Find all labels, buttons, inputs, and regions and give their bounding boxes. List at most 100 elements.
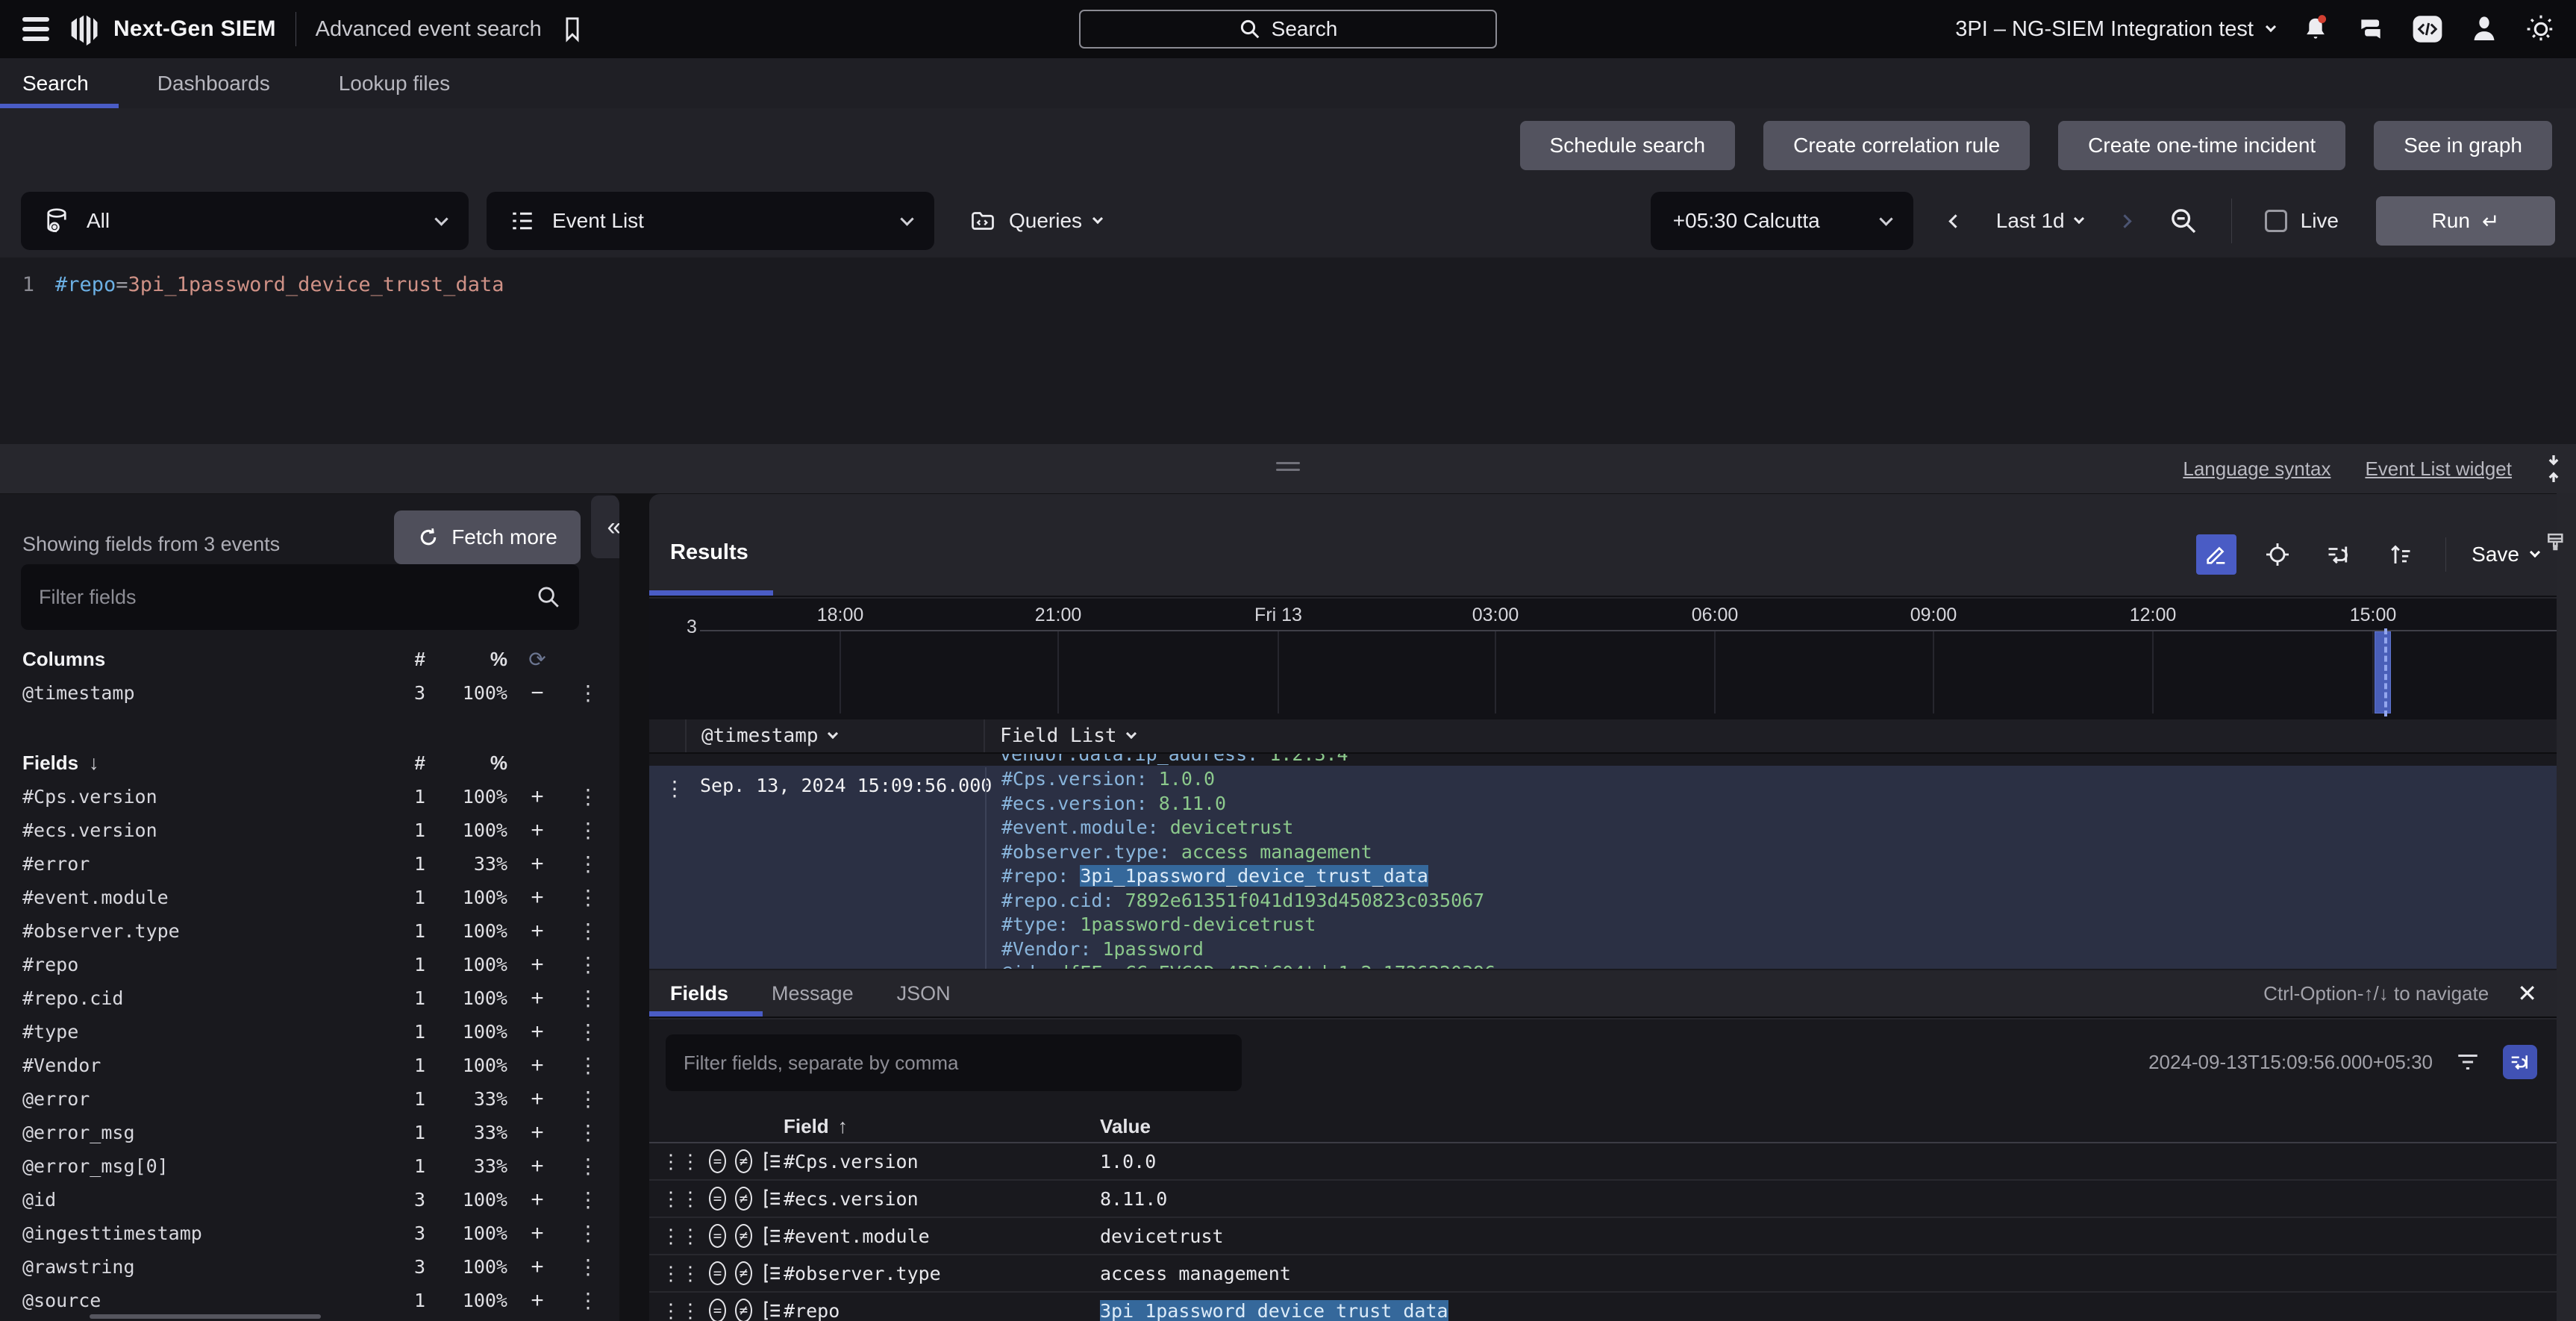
filter-not-equals-icon[interactable]: ≠ <box>735 1187 752 1211</box>
filter-equals-icon[interactable]: = <box>709 1261 726 1285</box>
theme-toggle-sun-icon[interactable] <box>2525 13 2557 45</box>
line-wrap-button[interactable] <box>2319 534 2359 575</box>
selected-event-row[interactable]: ⋮ Sep. 13, 2024 15:09:56.000 #Cps.versio… <box>649 766 2557 969</box>
row-menu-icon[interactable] <box>567 1288 609 1313</box>
sort-order-button[interactable] <box>2380 534 2420 575</box>
inspector-filter-input[interactable] <box>684 1051 1224 1075</box>
collapse-fields-panel-button[interactable]: « <box>591 496 619 558</box>
field-row[interactable]: @error_msg[0] 1 33% + <box>0 1149 619 1183</box>
row-menu-icon[interactable] <box>567 885 609 910</box>
filter-not-equals-icon[interactable]: ≠ <box>735 1224 752 1248</box>
add-column-button[interactable]: + <box>507 784 567 810</box>
row-menu-icon[interactable] <box>567 1255 609 1279</box>
api-code-icon[interactable] <box>2412 14 2443 44</box>
add-column-button[interactable]: + <box>507 818 567 843</box>
field-row[interactable]: @rawstring 3 100% + <box>0 1250 619 1284</box>
action-button[interactable]: Create correlation rule <box>1763 121 2031 170</box>
run-query-button[interactable]: Run ↵ <box>2376 196 2555 246</box>
table-row[interactable]: ⋮ = ≠ #ecs.version <box>649 1181 2557 1218</box>
histogram-bar[interactable] <box>2375 631 2391 713</box>
row-menu-icon[interactable]: ⋮ <box>661 1150 700 1173</box>
notifications-bell-icon[interactable] <box>2301 13 2330 45</box>
add-column-button[interactable]: + <box>507 919 567 944</box>
field-row[interactable]: #ecs.version 1 100% + <box>0 813 619 847</box>
splitter-drag-handle[interactable] <box>1276 462 1300 471</box>
fetch-more-button[interactable]: Fetch more <box>394 510 581 564</box>
inspector-tab[interactable]: Message <box>772 970 854 1016</box>
page-tab[interactable]: Lookup files <box>339 58 450 108</box>
row-menu-icon[interactable]: ⋮ <box>664 776 685 801</box>
filter-equals-icon[interactable]: = <box>709 1224 726 1248</box>
row-menu-icon[interactable] <box>567 818 609 843</box>
add-column-button[interactable]: + <box>507 852 567 877</box>
add-column-button[interactable]: + <box>507 952 567 978</box>
filter-not-equals-icon[interactable]: ≠ <box>735 1261 752 1285</box>
format-paintbrush-icon[interactable] <box>2543 531 2569 558</box>
event-list-widget-link[interactable]: Event List widget <box>2365 457 2512 481</box>
field-row[interactable]: #type 1 100% + <box>0 1015 619 1049</box>
add-column-button[interactable]: + <box>507 1154 567 1179</box>
filter-icon[interactable] <box>2455 1051 2480 1073</box>
fieldlist-column-header[interactable]: Field List <box>984 719 2557 752</box>
wrap-values-toggle-button[interactable] <box>2503 1045 2537 1079</box>
row-menu-icon[interactable] <box>567 952 609 977</box>
filter-not-equals-icon[interactable]: ≠ <box>735 1149 752 1173</box>
filter-equals-icon[interactable]: = <box>709 1149 726 1173</box>
grouped-list-icon[interactable] <box>761 1150 784 1172</box>
row-menu-icon[interactable] <box>567 986 609 1011</box>
add-column-button[interactable]: + <box>507 1053 567 1078</box>
view-scope-select[interactable]: All <box>21 192 469 250</box>
language-syntax-link[interactable]: Language syntax <box>2183 457 2330 481</box>
field-row[interactable]: #repo.cid 1 100% + <box>0 981 619 1015</box>
action-button[interactable]: Create one-time incident <box>2058 121 2346 170</box>
messages-icon[interactable] <box>2357 15 2385 43</box>
live-toggle[interactable]: Live <box>2264 209 2339 233</box>
table-row[interactable]: ⋮ = ≠ #event.module <box>649 1218 2557 1255</box>
save-dropdown-button[interactable]: Save <box>2472 543 2541 566</box>
table-row[interactable]: ⋮ = ≠ #repo 3pi <box>649 1293 2557 1321</box>
annotate-pencil-button[interactable] <box>2196 534 2237 575</box>
field-row[interactable]: @error_msg 1 33% + <box>0 1116 619 1149</box>
global-search-button[interactable]: Search <box>1079 10 1497 49</box>
page-tab[interactable]: Search <box>0 58 119 108</box>
field-row[interactable]: #error 1 33% + <box>0 847 619 881</box>
live-checkbox[interactable] <box>2264 210 2287 232</box>
row-menu-icon[interactable]: ⋮ <box>661 1299 700 1321</box>
timestamp-column-header[interactable]: @timestamp <box>687 719 984 752</box>
filter-not-equals-icon[interactable]: ≠ <box>735 1299 752 1321</box>
collapse-editor-icon[interactable] <box>2540 453 2567 484</box>
field-row[interactable]: @error 1 33% + <box>0 1082 619 1116</box>
row-menu-icon[interactable] <box>567 681 609 705</box>
row-menu-icon[interactable] <box>567 919 609 943</box>
widget-type-select[interactable]: Event List <box>487 192 934 250</box>
add-column-button[interactable]: + <box>507 1221 567 1246</box>
row-menu-icon[interactable] <box>567 784 609 809</box>
close-icon[interactable]: ✕ <box>2517 981 2537 1005</box>
add-column-button[interactable]: + <box>507 885 567 911</box>
grouped-list-icon[interactable] <box>761 1225 784 1247</box>
fields-filter-input[interactable] <box>39 585 536 609</box>
column-row[interactable]: @timestamp 3 100% − <box>0 676 619 710</box>
results-tab[interactable]: Results <box>670 540 748 565</box>
field-row[interactable]: @id 3 100% + <box>0 1183 619 1217</box>
queries-menu-button[interactable]: Queries <box>969 207 1104 234</box>
add-column-button[interactable]: + <box>507 1187 567 1213</box>
add-column-button[interactable]: + <box>507 1019 567 1045</box>
row-menu-icon[interactable] <box>567 1120 609 1145</box>
crosshair-button[interactable] <box>2257 534 2298 575</box>
add-column-button[interactable]: + <box>507 1087 567 1112</box>
row-menu-icon[interactable] <box>567 1087 609 1111</box>
row-menu-icon[interactable] <box>567 1053 609 1078</box>
add-column-button[interactable]: + <box>507 1288 567 1314</box>
inspector-tab[interactable]: JSON <box>897 970 951 1016</box>
time-range-select[interactable]: Last 1d <box>1996 209 2084 233</box>
field-row[interactable]: @source 1 100% + <box>0 1284 619 1317</box>
bookmark-icon[interactable] <box>560 15 585 43</box>
action-button[interactable]: Schedule search <box>1519 121 1736 170</box>
time-shift-forward-button[interactable] <box>2117 213 2132 228</box>
field-row[interactable]: #Cps.version 1 100% + <box>0 780 619 813</box>
field-row[interactable]: #event.module 1 100% + <box>0 881 619 914</box>
workspace-selector[interactable]: 3PI – NG-SIEM Integration test <box>1955 17 2277 42</box>
row-menu-icon[interactable]: ⋮ <box>661 1225 700 1248</box>
clipped-previous-event-row[interactable]: vendor.data.ip_address: 1.2.3.4 <box>649 754 2557 766</box>
